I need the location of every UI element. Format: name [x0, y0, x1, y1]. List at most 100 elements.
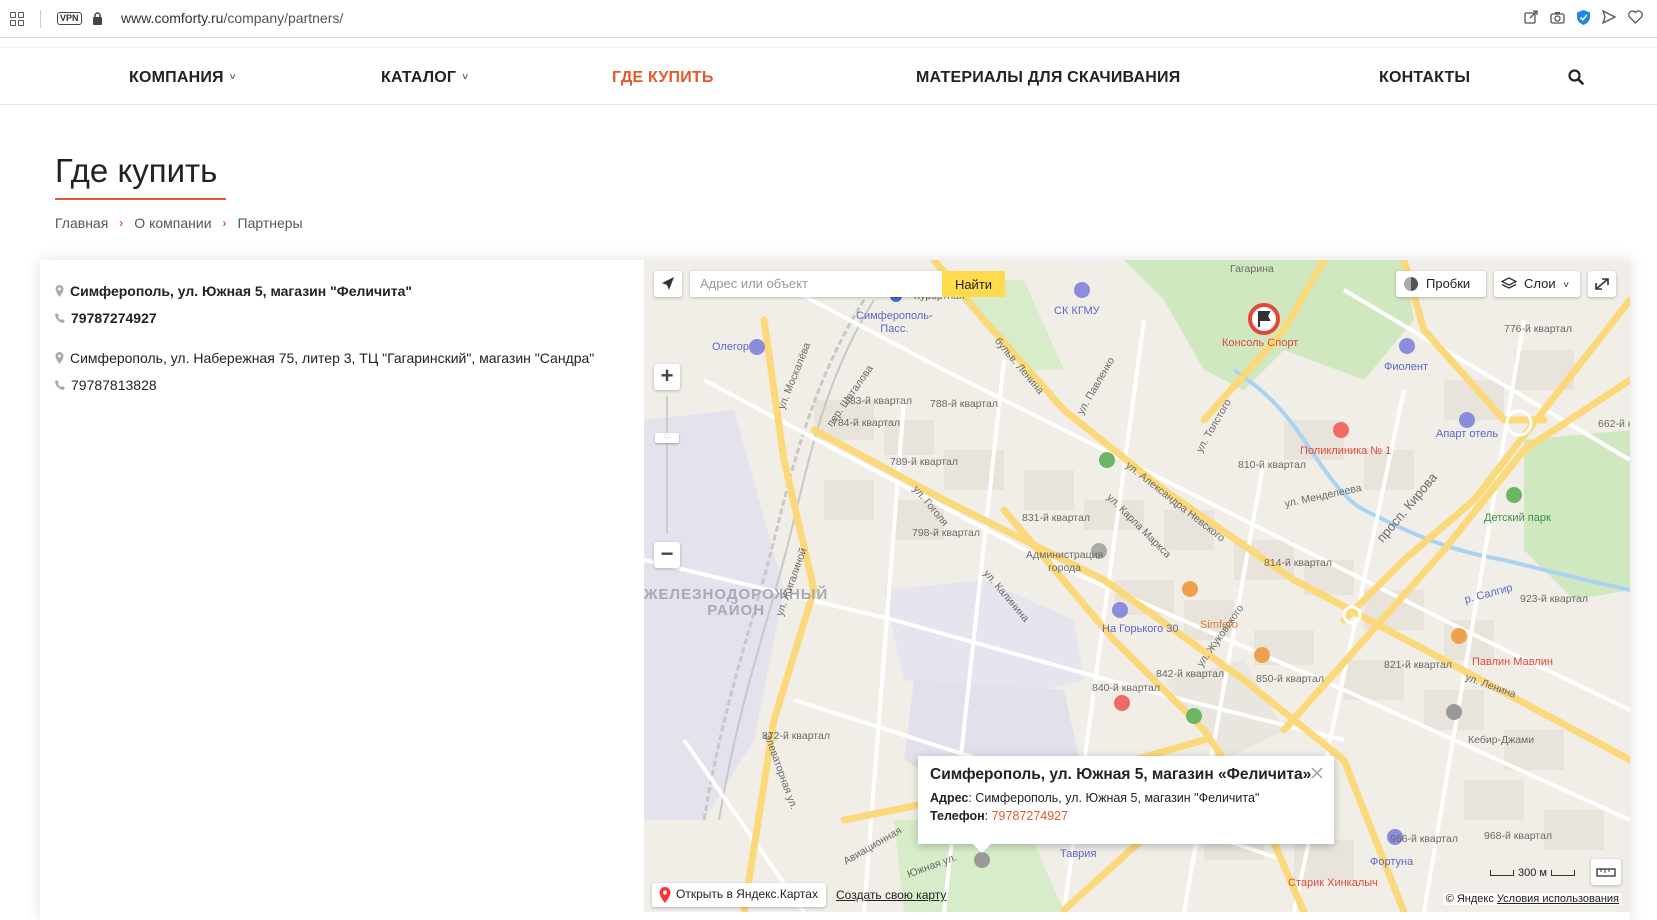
balloon-address-label: Адрес [930, 791, 969, 805]
map-find-button[interactable]: Найти [942, 271, 1005, 297]
zoom-slider-handle[interactable]: :::: [655, 433, 679, 443]
chevron-down-icon: ˅ [462, 72, 469, 83]
shield-icon[interactable] [1575, 9, 1591, 25]
partner-address: Симферополь, ул. Набережная 75, литер 3,… [70, 350, 595, 366]
address-bar[interactable]: www.comforty.ru/company/partners/ [121, 10, 343, 26]
nav-item-company[interactable]: КОМПАНИЯ ˅ [129, 69, 236, 87]
toolbar-divider [40, 10, 41, 28]
copyright-text: © Яндекс [1445, 893, 1494, 905]
layers-label: Слои [1524, 276, 1556, 291]
map-label-oleg: Олегор [712, 341, 749, 353]
map-label-block: 850-й квартал [1256, 673, 1324, 685]
map-label-fortuna: Фортуна [1370, 856, 1414, 868]
map-scale: 300 м [1490, 867, 1575, 879]
map-label-block: 968-й квартал [1484, 830, 1552, 842]
nav-item-where-to-buy[interactable]: ГДЕ КУПИТЬ [612, 69, 714, 87]
balloon-title: Симферополь, ул. Южная 5, магазин «Фелич… [930, 766, 1312, 783]
traffic-label: Пробки [1426, 276, 1471, 291]
partner-item-felichita[interactable]: Симферополь, ул. Южная 5, магазин "Фелич… [55, 283, 412, 326]
map-label-simferopol-pass: Симферополь- Пасс. [856, 310, 933, 335]
map-pin-icon [55, 352, 64, 364]
url-path: /company/partners/ [223, 10, 344, 26]
traffic-icon [1404, 277, 1418, 291]
map-label-detsky-park: Детский парк [1484, 512, 1551, 524]
main-navigation: КОМПАНИЯ ˅ КАТАЛОГ ˅ ГДЕ КУПИТЬ МАТЕРИАЛЫ … [0, 47, 1657, 105]
map-label-block: 966-й квартал [1390, 833, 1458, 845]
ruler-button[interactable] [1591, 859, 1621, 885]
map-label-block: 784-й квартал [832, 417, 900, 429]
map-label-block: 789-й квартал [890, 456, 958, 468]
open-in-yandex-maps-button[interactable]: Открыть в Яндекс.Картах [652, 883, 826, 907]
map-pin-icon [659, 887, 671, 903]
nav-item-downloads[interactable]: МАТЕРИАЛЫ ДЛЯ СКАЧИВАНИЯ [916, 69, 1180, 87]
map-label-fiolent: Фиолент [1384, 361, 1429, 373]
ruler-icon [1596, 868, 1616, 877]
chevron-down-icon: ˅ [229, 72, 236, 83]
traffic-button[interactable]: Пробки [1396, 271, 1486, 297]
url-domain: www.comforty.ru [121, 10, 224, 26]
geolocation-button[interactable] [654, 271, 682, 297]
phone-icon [55, 313, 65, 323]
map-label-block: 798-й квартал [912, 527, 980, 539]
partner-item-sandra[interactable]: Симферополь, ул. Набережная 75, литер 3,… [55, 350, 594, 393]
partner-phone[interactable]: 79787813828 [71, 377, 157, 393]
map-label-pavlin-mavlin: Павлин Мавлин [1472, 656, 1553, 668]
nav-item-contacts[interactable]: КОНТАКТЫ [1379, 69, 1470, 87]
vpn-badge[interactable]: VPN [57, 12, 82, 25]
zoom-slider-track[interactable] [666, 396, 668, 534]
map-label-block: 831-й квартал [1022, 512, 1090, 524]
map-label-district: ЖЕЛЕЗНОДОРОЖНЫЙ РАЙОН [644, 586, 829, 619]
heart-icon[interactable] [1627, 9, 1643, 25]
scale-bar [1490, 870, 1514, 876]
breadcrumb: Главная › О компании › Партнеры [55, 215, 303, 231]
map-label-block: 814-й квартал [1264, 557, 1332, 569]
chevron-right-icon: › [119, 216, 124, 230]
page-title: Где купить [55, 152, 218, 189]
scale-bar [1550, 870, 1575, 876]
map-label-block: 840-й квартал [1092, 682, 1160, 694]
breadcrumb-company[interactable]: О компании [134, 215, 211, 231]
send-icon[interactable] [1601, 9, 1617, 25]
zoom-in-button[interactable]: + [654, 364, 680, 390]
share-icon[interactable] [1523, 9, 1539, 25]
chevron-down-icon: ˅ [1563, 280, 1570, 291]
phone-icon [55, 380, 65, 390]
zoom-out-button[interactable]: − [654, 542, 680, 568]
map-label-block: 776-й квартал [1504, 323, 1572, 335]
map-label-block: 662-й к [1598, 418, 1630, 430]
map-label-konsol-sport: Консоль Спорт [1222, 337, 1299, 349]
map-label-block: 821-й квартал [1384, 659, 1452, 671]
map-label-block: 872-й квартал [762, 730, 830, 742]
partner-phone[interactable]: 79787274927 [71, 310, 157, 326]
map-label-block: 788-й квартал [930, 398, 998, 410]
map-search-input[interactable]: Адрес или объект [690, 271, 942, 297]
map-label-apart-hotel: Апарт отель [1436, 428, 1499, 440]
balloon-tail [972, 843, 992, 853]
nav-item-label: КАТАЛОГ [381, 69, 457, 86]
create-map-link[interactable]: Создать свою карту [836, 888, 946, 902]
browser-toolbar: VPN www.comforty.ru/company/partners/ [0, 0, 1657, 38]
lock-icon[interactable] [92, 12, 103, 25]
layers-icon [1501, 277, 1517, 289]
close-icon[interactable] [1310, 766, 1324, 780]
yandex-map[interactable]: Гагарина Курортная СК КГМУ Консоль Спорт… [644, 260, 1630, 912]
title-underline [55, 198, 226, 200]
balloon-address-value: Симферополь, ул. Южная 5, магазин "Фелич… [975, 791, 1260, 805]
nav-item-label: КОМПАНИЯ [129, 69, 224, 86]
balloon-phone-link[interactable]: 79787274927 [992, 809, 1068, 823]
apps-grid-icon[interactable] [10, 12, 24, 26]
camera-icon[interactable] [1549, 9, 1565, 25]
map-label-na-gorkogo: На Горького 30 [1102, 623, 1179, 635]
search-icon[interactable] [1567, 68, 1585, 86]
map-balloon: Симферополь, ул. Южная 5, магазин «Фелич… [918, 756, 1334, 844]
layers-button[interactable]: Слои ˅ [1494, 271, 1580, 297]
breadcrumb-home[interactable]: Главная [55, 215, 108, 231]
fullscreen-button[interactable] [1588, 271, 1616, 297]
nav-item-catalog[interactable]: КАТАЛОГ ˅ [381, 69, 468, 87]
map-label-starik-khinkalych: Старик Хинкалыч [1288, 877, 1378, 889]
map-label-block: 810-й квартал [1238, 459, 1306, 471]
terms-link[interactable]: Условия использования [1497, 893, 1619, 905]
location-arrow-icon [662, 277, 674, 290]
partner-address: Симферополь, ул. Южная 5, магазин "Фелич… [70, 283, 413, 299]
map-label-kebir-dzhami: Кебир-Джами [1468, 734, 1535, 746]
